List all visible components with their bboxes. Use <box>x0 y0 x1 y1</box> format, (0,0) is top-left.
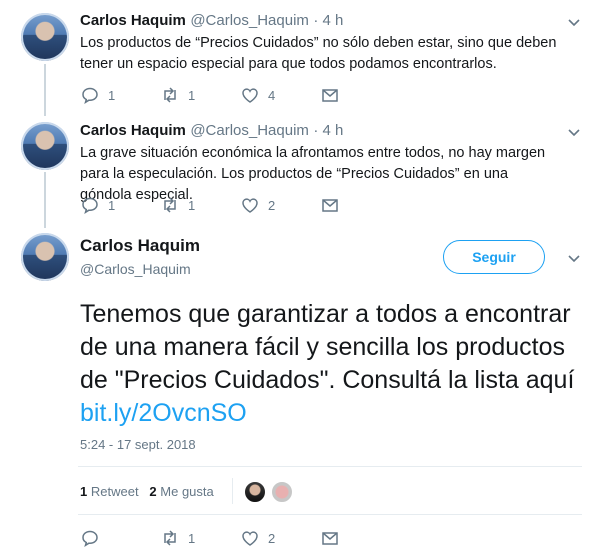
avatar[interactable] <box>21 233 69 281</box>
tweet-header: Carlos Haquim @Carlos_Haquim · 4 h <box>80 12 343 30</box>
like-stat-count: 2 <box>149 484 157 499</box>
author-handle[interactable]: @Carlos_Haquim <box>190 122 309 139</box>
mail-icon <box>322 199 338 212</box>
author-name[interactable]: Carlos Haquim <box>80 122 186 139</box>
engagement-stats: 1 Retweet 2 Me gusta <box>80 484 214 499</box>
retweet-action[interactable]: 1 <box>160 195 195 215</box>
retweet-stat-count: 1 <box>80 484 88 499</box>
reply-count: 1 <box>108 87 116 103</box>
reply-icon <box>82 87 98 104</box>
divider <box>78 466 582 467</box>
like-count: 2 <box>268 197 276 213</box>
like-action[interactable]: 4 <box>240 85 275 105</box>
tweet-timestamp[interactable]: 5:24 - 17 sept. 2018 <box>80 437 196 452</box>
chevron-down-icon[interactable] <box>566 14 582 30</box>
like-count: 4 <box>268 87 276 103</box>
heart-icon <box>242 88 258 103</box>
dm-action[interactable] <box>320 195 340 215</box>
mail-icon <box>322 532 338 545</box>
heart-icon <box>242 198 258 213</box>
retweet-stat-label: Retweet <box>90 484 139 499</box>
reply-icon <box>82 197 98 214</box>
thread-line <box>44 172 46 228</box>
tweet-header: Carlos Haquim @Carlos_Haquim · 4 h <box>80 122 343 140</box>
like-stat-label: Me gusta <box>160 484 214 499</box>
retweet-icon <box>164 87 176 103</box>
tweet-time[interactable]: · 4 h <box>313 122 343 139</box>
avatar[interactable] <box>21 13 69 61</box>
like-count: 2 <box>268 530 276 546</box>
tweet-text: Los productos de “Precios Cuidados” no s… <box>80 35 557 72</box>
avatar[interactable] <box>21 122 69 170</box>
like-action[interactable]: 2 <box>240 195 275 215</box>
retweet-stat[interactable]: 1 Retweet <box>80 484 142 499</box>
reply-action[interactable] <box>80 528 108 548</box>
retweet-count: 1 <box>188 87 196 103</box>
tweet-link[interactable]: bit.ly/2OvcnSO <box>80 399 247 427</box>
reply-action[interactable]: 1 <box>80 85 115 105</box>
divider <box>78 514 582 515</box>
mail-icon <box>322 89 338 102</box>
author-name[interactable]: Carlos Haquim <box>80 236 200 256</box>
like-action[interactable]: 2 <box>240 528 275 548</box>
chevron-down-icon[interactable] <box>566 250 582 266</box>
thread-line <box>44 64 46 116</box>
stats-separator <box>232 478 233 504</box>
retweet-count: 1 <box>188 197 196 213</box>
liker-avatar[interactable] <box>243 480 267 504</box>
like-stat[interactable]: 2 Me gusta <box>149 484 213 499</box>
follow-button[interactable]: Seguir <box>443 240 545 274</box>
reply-icon <box>82 530 98 547</box>
liker-avatar[interactable] <box>270 480 294 504</box>
main-tweet-text: Tenemos que garantizar a todos a encontr… <box>80 298 585 430</box>
main-tweet-body: Tenemos que garantizar a todos a encontr… <box>80 300 575 394</box>
dm-action[interactable] <box>320 85 340 105</box>
author-handle[interactable]: @Carlos_Haquim <box>80 261 191 277</box>
reply-count: 1 <box>108 197 116 213</box>
heart-icon <box>242 531 258 546</box>
reply-action[interactable]: 1 <box>80 195 115 215</box>
author-name[interactable]: Carlos Haquim <box>80 12 186 29</box>
retweet-count: 1 <box>188 530 196 546</box>
author-handle[interactable]: @Carlos_Haquim <box>190 12 309 29</box>
retweet-action[interactable]: 1 <box>160 528 195 548</box>
chevron-down-icon[interactable] <box>566 124 582 140</box>
tweet-time[interactable]: · 4 h <box>313 12 343 29</box>
dm-action[interactable] <box>320 528 340 548</box>
retweet-icon <box>164 197 176 213</box>
retweet-icon <box>164 530 176 546</box>
retweet-action[interactable]: 1 <box>160 85 195 105</box>
